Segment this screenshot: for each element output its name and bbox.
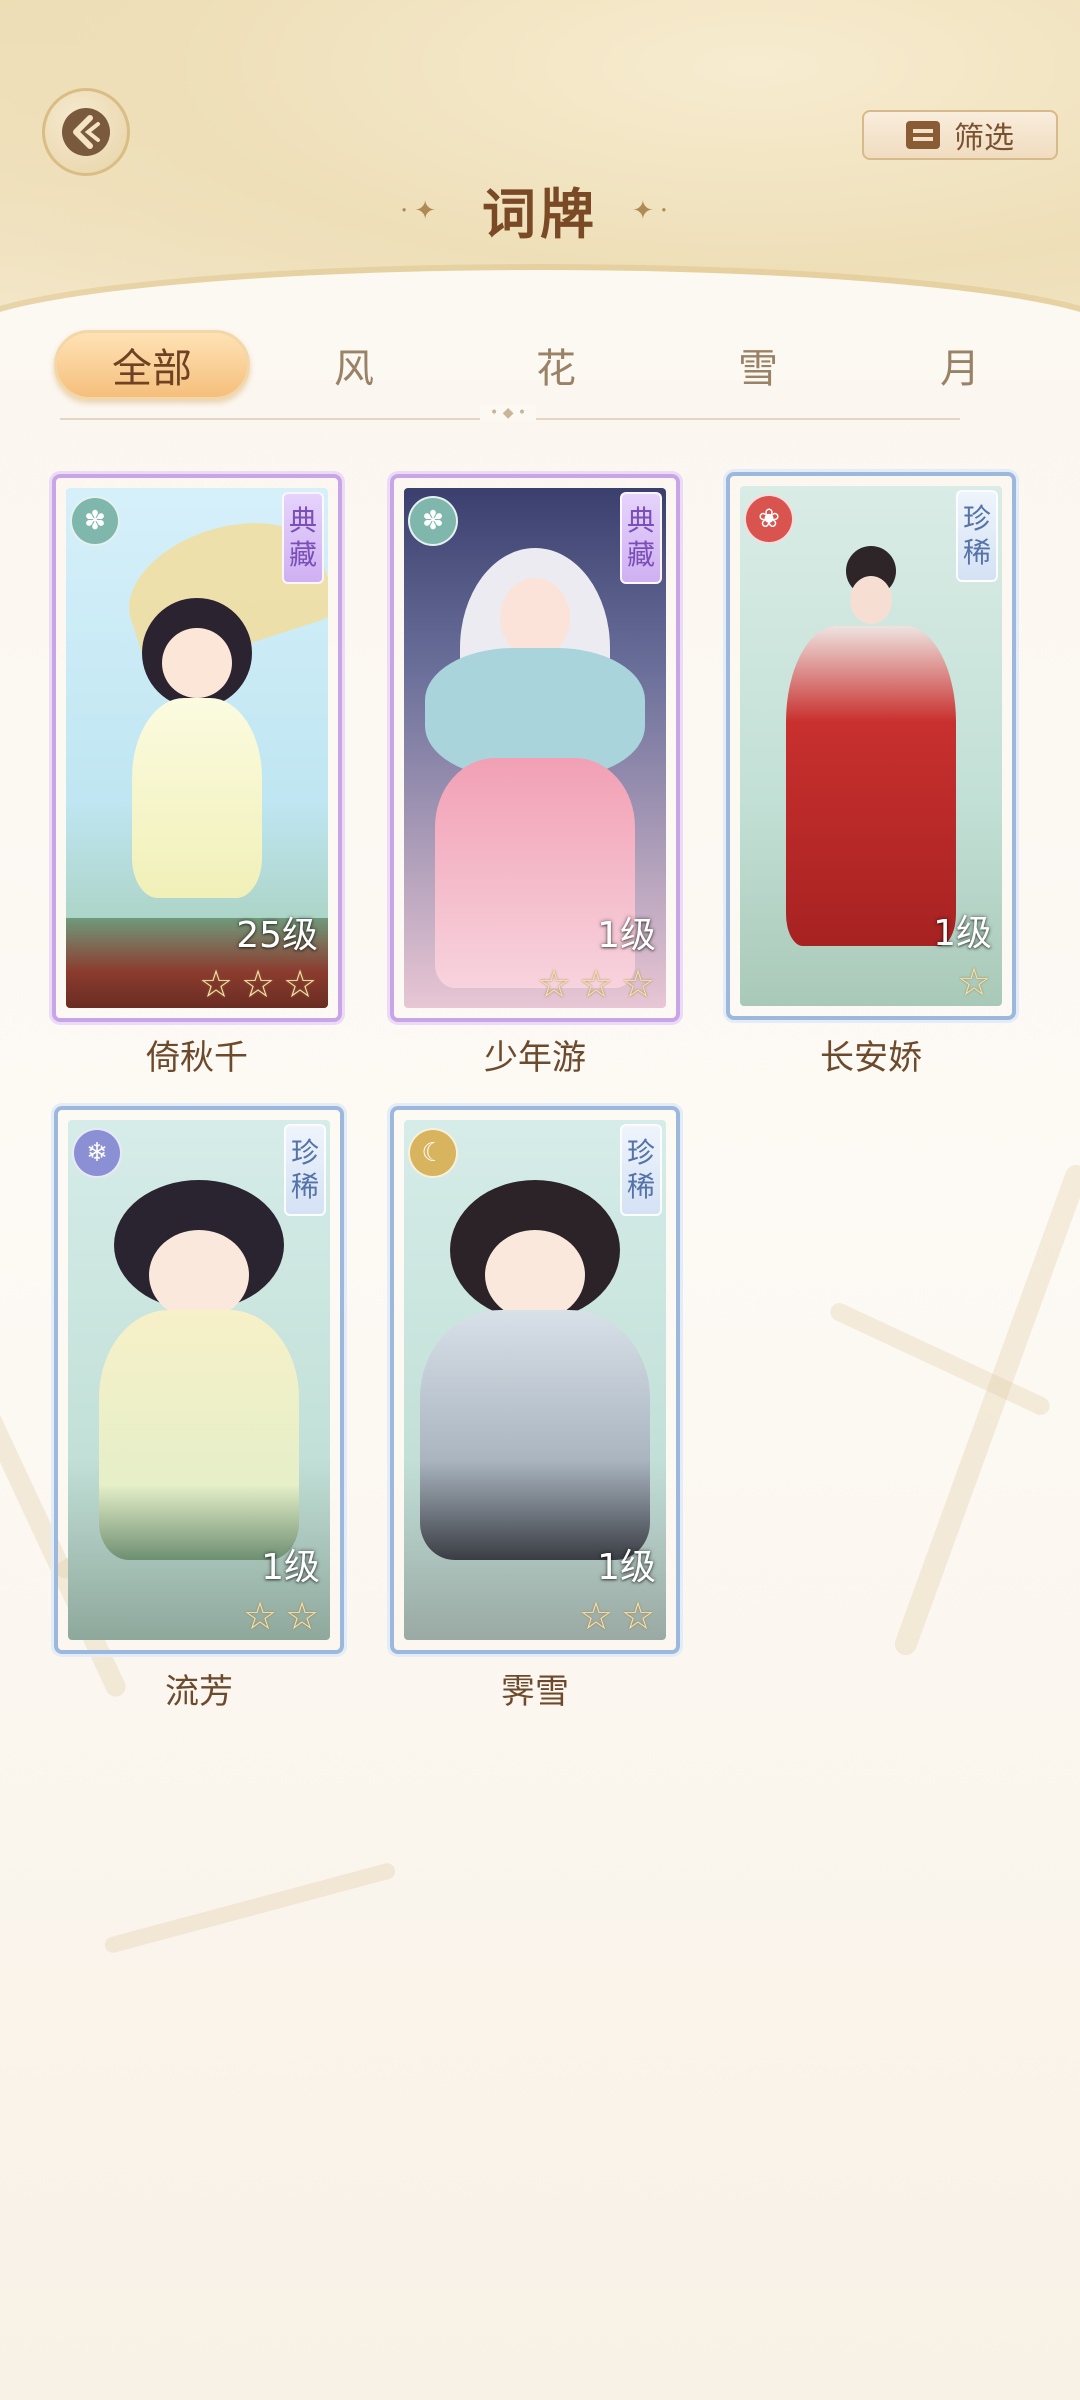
card-liu-fang[interactable]: ❄ 珍 稀 1级 ☆ ☆ bbox=[54, 1106, 344, 1654]
rarity-char-1: 珍 bbox=[626, 1136, 655, 1169]
bamboo-decoration bbox=[891, 1161, 1080, 1659]
card-level: 25级 bbox=[236, 915, 318, 956]
character-face bbox=[850, 576, 892, 624]
star-rating: ☆ ☆ bbox=[240, 1596, 322, 1636]
star-icon: ☆ bbox=[578, 1594, 614, 1638]
tab-divider bbox=[60, 405, 960, 421]
rarity-char-2: 藏 bbox=[626, 538, 655, 571]
moon-icon: ☾ bbox=[408, 1128, 458, 1178]
tab-flower[interactable]: 花 bbox=[458, 330, 654, 400]
character-face bbox=[149, 1230, 249, 1320]
filter-icon bbox=[906, 121, 940, 149]
star-icon: ☆ bbox=[620, 1594, 656, 1638]
card-level: 1级 bbox=[261, 1547, 320, 1588]
card-name: 长安娇 bbox=[820, 1038, 922, 1078]
back-arrow-icon bbox=[62, 108, 110, 156]
star-icon: ☆ bbox=[956, 960, 992, 1004]
rarity-char-1: 珍 bbox=[962, 502, 991, 535]
flower-icon: ❀ bbox=[744, 494, 794, 544]
character-dress bbox=[132, 698, 262, 898]
rarity-tag: 珍 稀 bbox=[284, 1124, 326, 1216]
card-yi-qiu-qian[interactable]: ✽ 典 藏 25级 ☆ ☆ ☆ bbox=[52, 474, 342, 1022]
back-button[interactable] bbox=[42, 88, 130, 176]
star-icon: ☆ bbox=[578, 962, 614, 1006]
rarity-char-2: 藏 bbox=[288, 538, 317, 571]
rarity-tag: 珍 稀 bbox=[620, 1124, 662, 1216]
star-rating: ☆ bbox=[954, 962, 994, 1002]
character-face bbox=[500, 578, 570, 658]
tab-moon[interactable]: 月 bbox=[862, 330, 1058, 400]
rarity-tag: 典 藏 bbox=[282, 492, 324, 584]
rarity-char-1: 珍 bbox=[290, 1136, 319, 1169]
title-container: 词牌 bbox=[0, 170, 1080, 249]
tab-wind[interactable]: 风 bbox=[256, 330, 452, 400]
rarity-char-2: 稀 bbox=[290, 1170, 319, 1203]
card-name: 倚秋千 bbox=[146, 1038, 248, 1078]
star-icon: ☆ bbox=[620, 962, 656, 1006]
tab-snow[interactable]: 雪 bbox=[660, 330, 856, 400]
character-face bbox=[162, 628, 232, 698]
card-shao-nian-you[interactable]: ✽ 典 藏 1级 ☆ ☆ ☆ bbox=[390, 474, 680, 1022]
rarity-char-2: 稀 bbox=[962, 536, 991, 569]
card-chang-an-jiao[interactable]: ❀ 珍 稀 1级 ☆ bbox=[726, 472, 1016, 1020]
filter-button[interactable]: 筛选 bbox=[862, 110, 1058, 160]
category-tabs: 全部 风 花 雪 月 bbox=[0, 330, 1080, 400]
star-icon: ☆ bbox=[284, 1594, 320, 1638]
star-icon: ☆ bbox=[282, 962, 318, 1006]
character-dress bbox=[786, 626, 956, 946]
filter-label: 筛选 bbox=[954, 121, 1014, 156]
card-name: 流芳 bbox=[165, 1672, 233, 1712]
title-sparkle-right: ✦· bbox=[632, 196, 675, 226]
rarity-char-1: 典 bbox=[626, 504, 655, 537]
page-title: 词牌 bbox=[482, 182, 598, 246]
tab-all[interactable]: 全部 bbox=[54, 330, 250, 400]
star-icon: ☆ bbox=[240, 962, 276, 1006]
character-robe bbox=[420, 1310, 650, 1560]
card-name: 少年游 bbox=[484, 1038, 586, 1078]
card-ji-xue[interactable]: ☾ 珍 稀 1级 ☆ ☆ bbox=[390, 1106, 680, 1654]
rarity-char-1: 典 bbox=[288, 504, 317, 537]
rarity-char-2: 稀 bbox=[626, 1170, 655, 1203]
card-level: 1级 bbox=[597, 915, 656, 956]
star-icon: ☆ bbox=[198, 962, 234, 1006]
star-rating: ☆ ☆ ☆ bbox=[196, 964, 320, 1004]
card-name: 霁雪 bbox=[501, 1672, 569, 1712]
snow-icon: ❄ bbox=[72, 1128, 122, 1178]
card-level: 1级 bbox=[933, 913, 992, 954]
character-face bbox=[485, 1230, 585, 1320]
rarity-tag: 珍 稀 bbox=[956, 490, 998, 582]
character-robe bbox=[99, 1310, 299, 1560]
star-rating: ☆ ☆ ☆ bbox=[534, 964, 658, 1004]
wind-icon: ✽ bbox=[408, 496, 458, 546]
star-icon: ☆ bbox=[242, 1594, 278, 1638]
card-level: 1级 bbox=[597, 1547, 656, 1588]
star-rating: ☆ ☆ bbox=[576, 1596, 658, 1636]
rarity-tag: 典 藏 bbox=[620, 492, 662, 584]
bamboo-leaf-decoration bbox=[103, 1861, 397, 1955]
wind-icon: ✽ bbox=[70, 496, 120, 546]
star-icon: ☆ bbox=[536, 962, 572, 1006]
